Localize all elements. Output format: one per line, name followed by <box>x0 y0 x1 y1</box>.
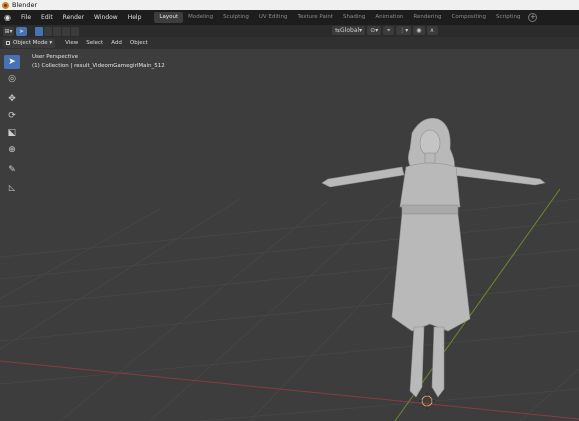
tab-modeling[interactable]: Modeling <box>183 12 218 23</box>
menu-help[interactable]: Help <box>123 10 147 25</box>
transform-orientation-dropdown[interactable]: ⇆ Global ▾ <box>332 26 366 35</box>
pivot-icon[interactable]: ⊙▾ <box>367 26 382 35</box>
select-box-tool[interactable]: ➤ <box>4 55 20 69</box>
snap-target-icon[interactable]: ⋮▾ <box>396 26 412 35</box>
select-subtract-icon[interactable] <box>53 26 61 36</box>
tab-scripting[interactable]: Scripting <box>491 12 525 23</box>
menu-object[interactable]: Object <box>126 40 152 46</box>
annotate-icon: ✎ <box>8 165 16 175</box>
select-extend-icon[interactable] <box>44 26 52 36</box>
scale-icon: ⬕ <box>7 128 17 138</box>
window-title: Blender <box>12 1 38 9</box>
object-mode-icon <box>6 41 10 45</box>
tab-sculpting[interactable]: Sculpting <box>218 12 254 23</box>
magnet-icon[interactable]: ⌖ <box>383 26 395 35</box>
top-menubar: ◉ File Edit Render Window Help Layout Mo… <box>0 10 579 25</box>
x-axis-line <box>0 360 579 420</box>
viewport-header: Object Mode ▾ View Select Add Object <box>0 37 579 49</box>
editor-type-icon[interactable]: ⊞▾ <box>3 26 14 36</box>
3d-cursor-tool-icon: ◎ <box>8 74 16 84</box>
proportional-edit-icon[interactable]: ◉ <box>413 26 425 35</box>
mode-selector[interactable]: Object Mode ▾ <box>3 38 56 48</box>
tab-uv-editing[interactable]: UV Editing <box>254 12 293 23</box>
transform-tool[interactable]: ⊕ <box>4 143 20 157</box>
menu-edit[interactable]: Edit <box>36 10 58 25</box>
tab-rendering[interactable]: Rendering <box>408 12 446 23</box>
select-new-icon[interactable] <box>35 26 43 36</box>
cursor-icon: ➤ <box>8 57 16 67</box>
menu-add[interactable]: Add <box>107 40 126 46</box>
perspective-label: User Perspective <box>32 54 79 60</box>
viewport-scene <box>0 118 579 421</box>
selection-mode-group <box>35 26 80 36</box>
menu-file[interactable]: File <box>16 10 36 25</box>
move-icon: ✥ <box>8 94 16 104</box>
collection-label: (1) Collection | result_VideomGamegirlMa… <box>32 63 165 69</box>
blender-logo-icon <box>2 1 9 9</box>
transform-orientation-value: Global <box>340 27 360 34</box>
transform-icon: ⊕ <box>8 145 16 155</box>
left-toolbar: ➤ ◎ ✥ ⟳ ⬕ ⊕ ✎ ◺ <box>4 55 22 197</box>
menu-select[interactable]: Select <box>82 40 107 46</box>
tab-texture-paint[interactable]: Texture Paint <box>293 12 339 23</box>
blender-menu-icon[interactable]: ◉ <box>3 13 12 22</box>
menu-view[interactable]: View <box>61 40 82 46</box>
select-tool-icon[interactable]: ➤ <box>16 26 27 36</box>
select-invert-icon[interactable] <box>62 26 70 36</box>
menu-render[interactable]: Render <box>58 10 89 25</box>
3d-cursor-icon <box>419 393 435 409</box>
measure-icon: ◺ <box>8 182 16 192</box>
select-intersect-icon[interactable] <box>71 26 79 36</box>
add-workspace-button[interactable]: + <box>528 13 538 22</box>
move-tool[interactable]: ✥ <box>4 92 20 106</box>
3d-viewport[interactable] <box>0 49 579 421</box>
workspace-tabs: Layout Modeling Sculpting UV Editing Tex… <box>154 12 538 23</box>
rotate-icon: ⟳ <box>8 111 16 121</box>
mode-label: Object Mode <box>13 40 48 46</box>
tab-animation[interactable]: Animation <box>370 12 408 23</box>
scale-tool[interactable]: ⬕ <box>4 126 20 140</box>
menu-window[interactable]: Window <box>89 10 123 25</box>
transform-controls: ⇆ Global ▾ ⊙▾ ⌖ ⋮▾ ◉ ∧ <box>332 26 440 35</box>
tab-compositing[interactable]: Compositing <box>447 12 491 23</box>
cursor-tool[interactable]: ◎ <box>4 72 20 86</box>
window-titlebar: Blender <box>0 0 579 10</box>
annotate-tool[interactable]: ✎ <box>4 163 20 177</box>
tab-layout[interactable]: Layout <box>154 12 184 23</box>
falloff-icon[interactable]: ∧ <box>426 26 438 35</box>
tab-shading[interactable]: Shading <box>338 12 370 23</box>
tool-header: ⊞▾ ➤ ⇆ Global ▾ ⊙▾ ⌖ ⋮▾ ◉ ∧ <box>0 25 579 37</box>
rotate-tool[interactable]: ⟳ <box>4 109 20 123</box>
floor-grid <box>0 198 579 421</box>
measure-tool[interactable]: ◺ <box>4 180 20 194</box>
